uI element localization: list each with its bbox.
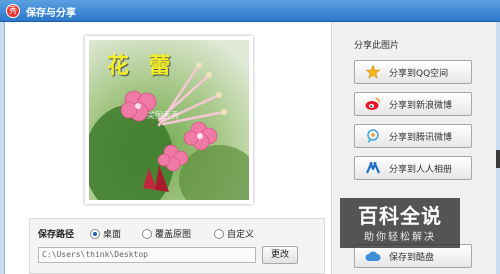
baike-watermark: 百科全说 助你轻松解决 <box>340 198 460 248</box>
radio-dot-selected-icon <box>90 228 100 239</box>
image-preview: 花 蕾 美图秀秀 <box>89 40 249 200</box>
watermark-logo: 百科全说 <box>358 204 442 228</box>
star-icon <box>365 64 381 80</box>
tencent-weibo-icon <box>365 128 381 144</box>
window-edge <box>496 22 500 274</box>
share-heading: 分享此图片 <box>354 41 400 51</box>
change-path-button[interactable]: 更改 <box>262 246 298 264</box>
window-title: 保存与分享 <box>26 8 76 19</box>
radio-overwrite[interactable]: 覆盖原图 <box>142 227 191 240</box>
title-bar: 秀 保存与分享 <box>0 0 500 22</box>
radio-dot-icon <box>214 228 224 239</box>
share-renren-button[interactable]: 分享到人人相册 <box>354 156 472 180</box>
save-to-kupan-label: 保存到酷盘 <box>389 252 435 263</box>
share-sina-weibo-label: 分享到新浪微博 <box>389 100 453 111</box>
share-sina-weibo-button[interactable]: 分享到新浪微博 <box>354 92 472 116</box>
preview-watermark: 美图秀秀 <box>147 111 179 120</box>
edge-marker <box>496 150 500 168</box>
share-qzone-button[interactable]: 分享到QQ空间 <box>354 60 472 84</box>
cloud-disk-icon <box>365 248 381 264</box>
share-tencent-weibo-label: 分享到腾讯微博 <box>389 132 453 143</box>
radio-desktop-label: 桌面 <box>103 230 122 240</box>
save-path-label: 保存路径 <box>38 230 75 240</box>
save-path-input[interactable]: C:\Users\think\Desktop <box>38 247 256 263</box>
share-tencent-weibo-button[interactable]: 分享到腾讯微博 <box>354 124 472 148</box>
renren-icon <box>365 160 381 176</box>
image-preview-frame: 花 蕾 美图秀秀 <box>85 36 253 204</box>
radio-overwrite-label: 覆盖原图 <box>155 230 192 240</box>
radio-dot-icon <box>142 228 152 239</box>
save-path-panel: 保存路径 桌面 覆盖原图 自定义 C:\Users\think\Desktop … <box>29 218 325 274</box>
app-logo-icon: 秀 <box>6 4 20 18</box>
radio-custom[interactable]: 自定义 <box>214 227 254 240</box>
share-renren-label: 分享到人人相册 <box>389 164 453 175</box>
weibo-icon <box>365 96 381 112</box>
watermark-slogan: 助你轻松解决 <box>364 232 436 243</box>
share-qzone-label: 分享到QQ空间 <box>389 68 449 79</box>
preview-overlay-title: 花 蕾 <box>107 54 177 79</box>
radio-desktop[interactable]: 桌面 <box>90 227 121 240</box>
radio-custom-label: 自定义 <box>227 230 255 240</box>
